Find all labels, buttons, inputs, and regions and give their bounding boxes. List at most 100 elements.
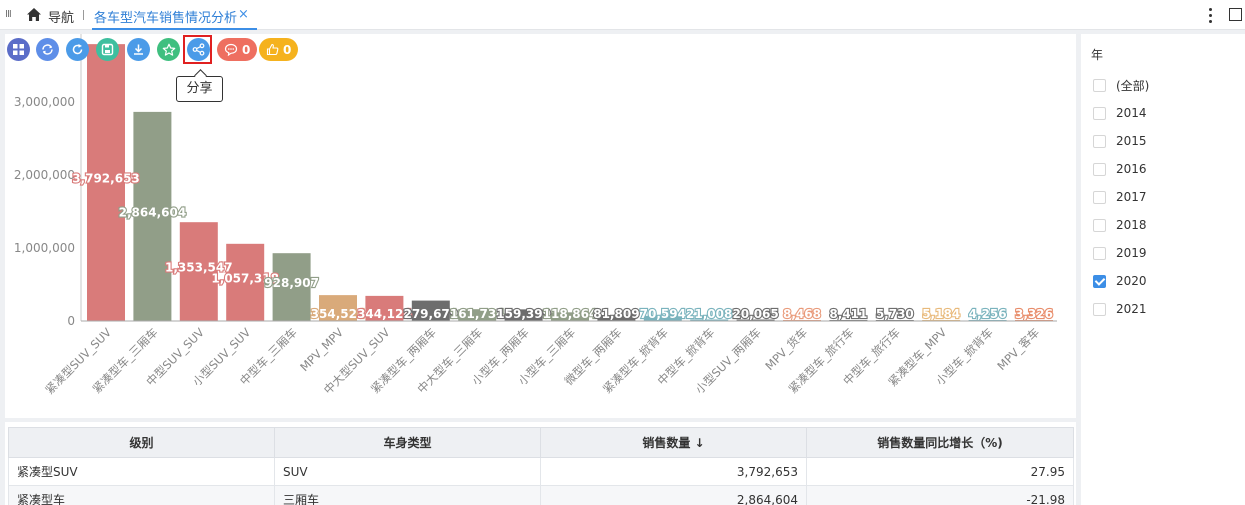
filter-option-label: 2015 [1116, 134, 1147, 148]
grid-button[interactable] [7, 38, 30, 61]
tab-title[interactable]: 各车型汽车销售情况分析 [94, 7, 237, 26]
favorite-button[interactable] [157, 38, 180, 61]
value-label: 5,730 [876, 307, 914, 321]
home-icon[interactable] [26, 7, 42, 22]
table-row[interactable]: 紧凑型车 三厢车 2,864,604 -21.98 [8, 485, 1074, 505]
checkbox[interactable] [1093, 78, 1106, 92]
like-count: 0 [283, 42, 292, 57]
thumbs-up-icon [266, 43, 279, 56]
value-label: 2,864,604 [119, 205, 187, 219]
nav-label[interactable]: 导航 [48, 7, 74, 26]
top-bar: III 导航 各车型汽车销售情况分析 × [0, 0, 1245, 30]
filter-option[interactable]: 2020 [1093, 272, 1147, 290]
checkbox[interactable] [1093, 218, 1106, 232]
refresh-icon [72, 44, 83, 55]
checkbox[interactable] [1093, 190, 1106, 204]
checkbox[interactable] [1093, 274, 1106, 288]
filter-option[interactable]: 2021 [1093, 300, 1147, 318]
filter-option-label: 2018 [1116, 218, 1147, 232]
cell-sales: 2,864,604 [540, 485, 807, 505]
filter-option-label: (全部) [1116, 78, 1150, 93]
cell-body-type: 三厢车 [274, 485, 541, 505]
chart-card: 0 1,000,000 2,000,000 3,000,000 3,792,653 2,… [5, 34, 1076, 418]
download-button[interactable] [127, 38, 150, 61]
close-icon[interactable]: × [238, 7, 249, 22]
sync-icon [42, 44, 53, 55]
filter-option[interactable]: 2018 [1093, 216, 1147, 234]
cell-growth: -21.98 [806, 485, 1074, 505]
filter-option-label: 2019 [1116, 246, 1147, 260]
menu-icon[interactable]: III [5, 9, 12, 20]
value-label: 8,468 [783, 307, 821, 321]
column-header-level[interactable]: 级别 [8, 427, 275, 458]
y-tick-label: 2,000,000 [14, 168, 75, 182]
value-label: 20,065 [732, 307, 778, 321]
filter-option-label: 2016 [1116, 162, 1147, 176]
checkbox[interactable] [1093, 134, 1106, 148]
filter-option[interactable]: 2019 [1093, 244, 1147, 262]
y-tick-label: 1,000,000 [14, 241, 75, 255]
y-tick-label: 3,000,000 [14, 95, 75, 109]
filter-title: 年 [1091, 48, 1104, 62]
like-button[interactable]: 0 [259, 38, 299, 61]
more-vertical-icon[interactable] [1203, 5, 1217, 25]
value-label: 4,256 [969, 307, 1007, 321]
filter-option-label: 2017 [1116, 190, 1147, 204]
cell-growth: 27.95 [806, 457, 1074, 486]
star-icon [162, 43, 175, 56]
cell-level: 紧凑型SUV [8, 457, 275, 486]
y-axis: 0 1,000,000 2,000,000 3,000,000 [14, 34, 82, 328]
checkbox[interactable] [1093, 106, 1106, 120]
cell-level: 紧凑型车 [8, 485, 275, 505]
value-label: 8,411 [829, 307, 867, 321]
value-label: 3,792,653 [72, 172, 140, 186]
value-label: 3,326 [1015, 307, 1053, 321]
x-tick-label: MPV_货车 [762, 325, 810, 373]
x-tick-label: MPV_MPV [297, 325, 346, 374]
column-header-body-type[interactable]: 车身类型 [274, 427, 541, 458]
value-label: 81,809 [593, 307, 639, 321]
tab-sales-analysis[interactable]: 各车型汽车销售情况分析 × [92, 0, 257, 30]
filter-option[interactable]: 2015 [1093, 132, 1147, 150]
comment-icon [224, 43, 238, 56]
filter-option[interactable]: (全部) [1093, 76, 1149, 94]
download-icon [134, 44, 143, 55]
value-label: 21,008 [686, 307, 732, 321]
cell-body-type: SUV [274, 457, 541, 486]
share-tooltip: 分享 [176, 76, 223, 102]
filter-option[interactable]: 2016 [1093, 160, 1147, 178]
value-label: 70,594 [640, 307, 686, 321]
divider [83, 10, 84, 20]
checkbox[interactable] [1093, 246, 1106, 260]
value-label: 928,907 [264, 276, 319, 290]
sync-button[interactable] [36, 38, 59, 61]
table-header-row: 级别 车身类型 销售数量 ↓ 销售数量同比增长（%) [8, 427, 1074, 458]
comment-count: 0 [242, 42, 251, 57]
x-tick-label: MPV_客车 [994, 325, 1042, 373]
value-label: 118,864 [543, 307, 598, 321]
comment-button[interactable]: 0 [217, 38, 258, 61]
refresh-button[interactable] [66, 38, 89, 61]
share-button-highlight [183, 35, 212, 64]
table-row[interactable]: 紧凑型SUV SUV 3,792,653 27.95 [8, 457, 1074, 486]
filter-option[interactable]: 2017 [1093, 188, 1147, 206]
column-header-sales[interactable]: 销售数量 ↓ [540, 427, 807, 458]
save-icon [101, 43, 114, 56]
filter-option-label: 2020 [1116, 274, 1147, 288]
grid-icon [13, 44, 24, 55]
y-tick-label: 0 [67, 314, 75, 328]
save-button[interactable] [96, 38, 119, 61]
column-header-growth[interactable]: 销售数量同比增长（%) [806, 427, 1074, 458]
checkbox[interactable] [1093, 162, 1106, 176]
x-axis: 紧凑型SUV_SUV紧凑型车_三厢车中型SUV_SUV小型SUV_SUV中型车_… [42, 320, 1057, 397]
year-filter-panel: 年 (全部) 2014 2015 2016 2017 2018 2019 2020 2021 [1081, 34, 1245, 505]
maximize-icon[interactable] [1229, 8, 1242, 21]
value-labels: 3,792,6532,864,6041,353,5471,057,318928,… [71, 170, 1054, 322]
filter-option-label: 2021 [1116, 302, 1147, 316]
value-label: 5,184 [922, 307, 960, 321]
checkbox[interactable] [1093, 302, 1106, 316]
filter-option[interactable]: 2014 [1093, 104, 1147, 122]
table-card: 级别 车身类型 销售数量 ↓ 销售数量同比增长（%) 紧凑型SUV SUV 3,… [5, 422, 1076, 505]
bar-chart: 0 1,000,000 2,000,000 3,000,000 3,792,653 2,… [14, 34, 1057, 397]
sales-table: 级别 车身类型 销售数量 ↓ 销售数量同比增长（%) 紧凑型SUV SUV 3,… [8, 427, 1074, 505]
